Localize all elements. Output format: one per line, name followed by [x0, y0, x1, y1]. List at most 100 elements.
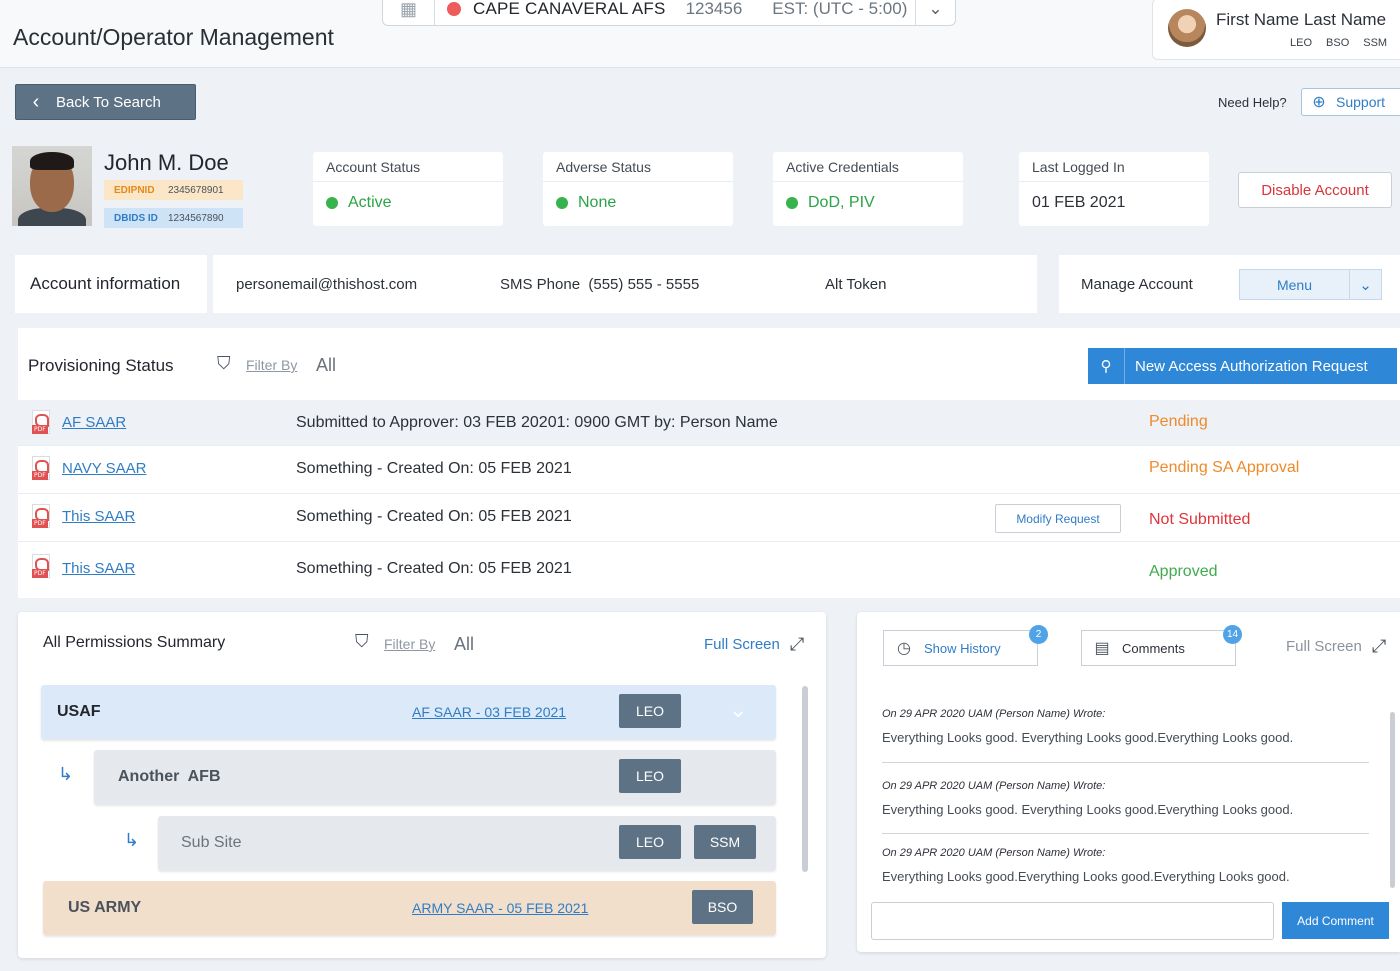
full-screen-button[interactable]: Full Screen ⤢: [1286, 636, 1386, 657]
modify-request-button[interactable]: Modify Request: [995, 504, 1121, 533]
permission-row-usaf[interactable]: USAF AF SAAR - 03 FEB 2021 LEO ⌄: [41, 685, 776, 739]
site-selector[interactable]: ▦ CAPE CANAVERAL AFS 123456 EST: (UTC - …: [382, 0, 956, 26]
edipnid-badge: EDIPNID 2345678901: [104, 180, 243, 200]
request-icon: ⚲: [1088, 348, 1125, 384]
support-button[interactable]: ⊕ Support: [1301, 88, 1400, 116]
email-value: personemail@thishost.com: [236, 276, 418, 293]
comment-divider: [882, 762, 1369, 763]
sms-phone-value: SMS Phone (555) 555 - 5555: [500, 276, 700, 293]
permission-row-another-afb[interactable]: Another AFB LEO: [94, 750, 776, 804]
comment-input[interactable]: [871, 902, 1274, 940]
chevron-down-icon: ⌄: [1349, 270, 1381, 299]
full-screen-button[interactable]: Full Screen ⤢: [704, 634, 804, 655]
expand-icon: ⤢: [789, 634, 805, 654]
profile-photo: [12, 146, 92, 226]
org-label: Sub Site: [181, 834, 242, 851]
dbids-label: DBIDS ID: [114, 212, 158, 224]
pdf-icon: [32, 410, 50, 434]
filter-icon[interactable]: ⛉: [355, 631, 369, 652]
filter-by-link[interactable]: Filter By: [384, 636, 435, 652]
saar-link[interactable]: This SAAR: [62, 560, 135, 577]
need-help-label: Need Help?: [1218, 95, 1287, 110]
new-access-request-button[interactable]: ⚲ New Access Authorization Request: [1088, 348, 1397, 384]
user-role: LEO: [1290, 37, 1313, 49]
row-description: Something - Created On: 05 FEB 2021: [296, 560, 572, 577]
status-text: Not Submitted: [1149, 511, 1251, 528]
account-info-details: personemail@thishost.com SMS Phone (555)…: [213, 255, 1037, 313]
stat-value: DoD, PIV: [786, 194, 875, 212]
comment-item: On 29 APR 2020 UAM (Person Name) Wrote: …: [882, 847, 1369, 884]
pdf-icon: [32, 554, 50, 578]
active-credentials-card: Active Credentials DoD, PIV: [773, 152, 963, 226]
site-timezone: EST: (UTC - 5:00): [772, 0, 908, 18]
site-status-dot: [447, 2, 461, 16]
app-header: Account/Operator Management ▦ CAPE CANAV…: [0, 0, 1400, 68]
saar-link[interactable]: AF SAAR - 03 FEB 2021: [412, 704, 566, 720]
chevron-down-icon[interactable]: ⌄: [915, 0, 955, 25]
status-text: Pending: [1149, 413, 1208, 430]
person-name: John M. Doe: [104, 150, 229, 175]
filter-value[interactable]: All: [454, 634, 474, 655]
saar-link[interactable]: NAVY SAAR: [62, 460, 146, 477]
last-logged-in-card: Last Logged In 01 FEB 2021: [1019, 152, 1209, 226]
status-dot-icon: [556, 197, 568, 209]
comments-label: Comments: [1122, 640, 1185, 656]
scrollbar[interactable]: [1390, 712, 1395, 888]
manage-menu-dropdown[interactable]: Menu ⌄: [1239, 269, 1382, 300]
full-screen-label: Full Screen: [1286, 638, 1362, 655]
stat-label: Active Credentials: [786, 159, 899, 175]
alt-token-label: Alt Token: [825, 276, 887, 293]
permission-row-sub-site[interactable]: Sub Site LEO SSM: [158, 816, 776, 870]
history-icon: ◷: [897, 640, 911, 657]
show-history-button[interactable]: ◷ Show History: [883, 630, 1038, 666]
table-row: This SAAR Something - Created On: 05 FEB…: [18, 542, 1400, 598]
comments-count-badge: 14: [1223, 625, 1242, 644]
permission-row-us-army[interactable]: US ARMY ARMY SAAR - 05 FEB 2021 BSO: [43, 881, 776, 935]
account-status-card: Account Status Active: [313, 152, 503, 226]
filter-value[interactable]: All: [316, 355, 336, 376]
manage-account-label: Manage Account: [1081, 276, 1193, 293]
edipnid-label: EDIPNID: [114, 184, 155, 196]
back-to-search-button[interactable]: ‹ Back To Search: [15, 84, 196, 120]
table-row: This SAAR Something - Created On: 05 FEB…: [18, 494, 1400, 542]
permissions-title: All Permissions Summary: [43, 634, 226, 651]
user-role: SSM: [1363, 37, 1388, 49]
comment-body: Everything Looks good. Everything Looks …: [882, 730, 1294, 745]
saar-link[interactable]: This SAAR: [62, 508, 135, 525]
pdf-icon: [32, 456, 50, 480]
comments-tab-button[interactable]: ▤ Comments: [1081, 630, 1236, 666]
status-dot-icon: [326, 197, 338, 209]
lifebuoy-icon: ⊕: [1312, 94, 1326, 111]
site-name: CAPE CANAVERAL AFS: [473, 0, 666, 18]
user-profile[interactable]: First Name Last Name LEO BSO SSM: [1152, 0, 1400, 60]
user-roles: LEO BSO SSM: [1290, 37, 1387, 49]
saar-link[interactable]: ARMY SAAR - 05 FEB 2021: [412, 900, 588, 916]
menu-label: Menu: [1276, 276, 1313, 293]
avatar: [1168, 9, 1206, 47]
scrollbar[interactable]: [802, 686, 808, 872]
status-text: Pending SA Approval: [1149, 459, 1300, 476]
comment-meta: On 29 APR 2020 UAM (Person Name) Wrote:: [882, 780, 1106, 792]
role-badge: BSO: [692, 890, 753, 924]
add-comment-button[interactable]: Add Comment: [1282, 902, 1389, 939]
sub-level-arrow-icon: ↳: [58, 764, 74, 784]
org-label: Another AFB: [118, 768, 221, 785]
role-badge: LEO: [619, 694, 681, 728]
chevron-down-icon[interactable]: ⌄: [729, 697, 747, 723]
comment-item: On 29 APR 2020 UAM (Person Name) Wrote: …: [882, 780, 1369, 817]
filter-icon[interactable]: ⛉: [217, 353, 231, 374]
saar-link[interactable]: AF SAAR: [62, 414, 126, 431]
stat-value: 01 FEB 2021: [1032, 194, 1126, 211]
org-label: US ARMY: [68, 899, 142, 916]
comment-item: On 29 APR 2020 UAM (Person Name) Wrote: …: [882, 708, 1369, 745]
row-description: Something - Created On: 05 FEB 2021: [296, 508, 572, 525]
stat-value: Active: [326, 194, 392, 212]
table-row: AF SAAR Submitted to Approver: 03 FEB 20…: [18, 400, 1400, 446]
filter-by-link[interactable]: Filter By: [246, 357, 297, 373]
support-label: Support: [1336, 94, 1386, 110]
disable-account-button[interactable]: Disable Account: [1238, 172, 1392, 208]
provisioning-title: Provisioning Status: [28, 356, 174, 375]
manage-account-section: Manage Account Menu ⌄: [1059, 255, 1400, 313]
back-to-search-label: Back To Search: [56, 93, 161, 111]
comment-divider: [882, 833, 1369, 834]
